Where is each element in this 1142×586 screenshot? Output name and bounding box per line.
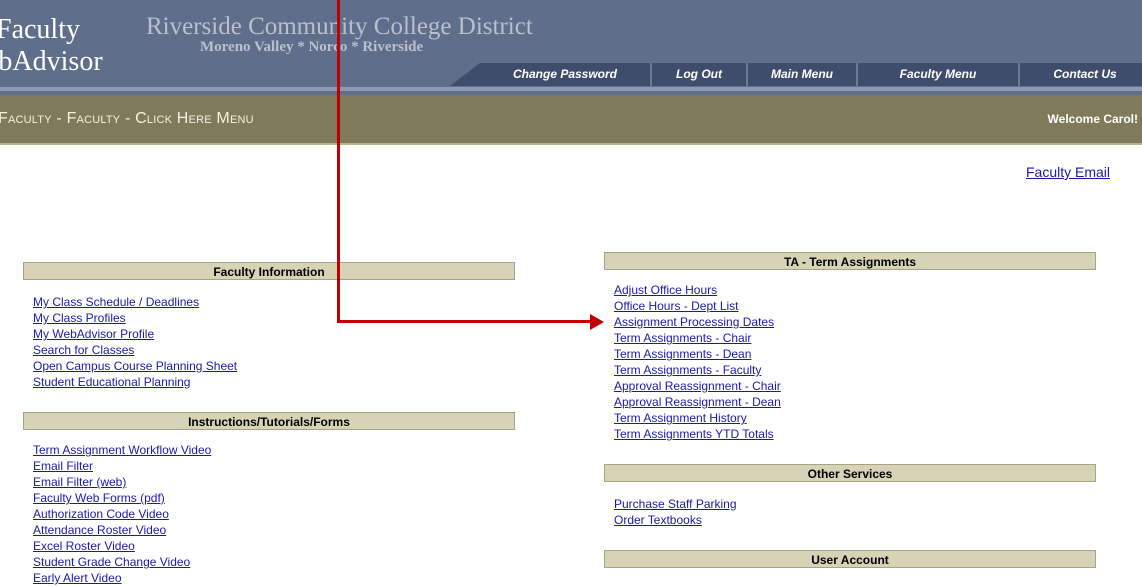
nav-change-password[interactable]: Change Password xyxy=(490,63,640,86)
user-account-heading: User Account xyxy=(604,550,1096,568)
link-email-filter[interactable]: Email Filter xyxy=(33,458,211,474)
faculty-information-links: My Class Schedule / Deadlines My Class P… xyxy=(33,294,237,390)
page-title: Faculty - Faculty - Click Here Menu xyxy=(0,110,254,127)
other-services-heading: Other Services xyxy=(604,464,1096,482)
link-term-assignment-workflow-video[interactable]: Term Assignment Workflow Video xyxy=(33,442,211,458)
nav-faculty-menu[interactable]: Faculty Menu xyxy=(858,63,1018,86)
link-order-textbooks[interactable]: Order Textbooks xyxy=(614,512,737,528)
term-assignments-heading: TA - Term Assignments xyxy=(604,252,1096,270)
nav-contact-us[interactable]: Contact Us xyxy=(1020,63,1142,86)
link-attendance-roster-video[interactable]: Attendance Roster Video xyxy=(33,522,211,538)
faculty-email-link[interactable]: Faculty Email xyxy=(1026,164,1110,180)
link-faculty-web-forms[interactable]: Faculty Web Forms (pdf) xyxy=(33,490,211,506)
link-assignment-processing-dates[interactable]: Assignment Processing Dates xyxy=(614,314,781,330)
link-email-filter-web[interactable]: Email Filter (web) xyxy=(33,474,211,490)
link-term-assignment-history[interactable]: Term Assignment History xyxy=(614,410,781,426)
link-term-assignments-chair[interactable]: Term Assignments - Chair xyxy=(614,330,781,346)
link-adjust-office-hours[interactable]: Adjust Office Hours xyxy=(614,282,781,298)
logo-text-line2: ebAdvisor xyxy=(0,46,103,77)
annotation-arrow-horizontal xyxy=(337,320,590,323)
link-approval-reassignment-chair[interactable]: Approval Reassignment - Chair xyxy=(614,378,781,394)
nav-bar-edge xyxy=(450,63,480,86)
link-authorization-code-video[interactable]: Authorization Code Video xyxy=(33,506,211,522)
site-header: Faculty ebAdvisor Riverside Community Co… xyxy=(0,0,1142,95)
link-early-alert-video[interactable]: Early Alert Video xyxy=(33,570,211,586)
page-title-bar: Faculty - Faculty - Click Here Menu Welc… xyxy=(0,95,1142,145)
link-webadvisor-profile[interactable]: My WebAdvisor Profile xyxy=(33,326,237,342)
campus-list: Moreno Valley * Norco * Riverside xyxy=(200,39,424,55)
instructions-heading: Instructions/Tutorials/Forms xyxy=(23,412,515,430)
title-bar-border xyxy=(0,143,1142,145)
instructions-links: Term Assignment Workflow Video Email Fil… xyxy=(33,442,211,586)
term-assignments-links: Adjust Office Hours Office Hours - Dept … xyxy=(614,282,781,442)
link-educational-planning[interactable]: Student Educational Planning xyxy=(33,374,237,390)
link-class-schedule[interactable]: My Class Schedule / Deadlines xyxy=(33,294,237,310)
link-term-assignments-ytd-totals[interactable]: Term Assignments YTD Totals xyxy=(614,426,781,442)
link-approval-reassignment-dean[interactable]: Approval Reassignment - Dean xyxy=(614,394,781,410)
link-class-profiles[interactable]: My Class Profiles xyxy=(33,310,237,326)
faculty-information-heading: Faculty Information xyxy=(23,262,515,280)
link-term-assignments-faculty[interactable]: Term Assignments - Faculty xyxy=(614,362,781,378)
welcome-message: Welcome Carol! xyxy=(1047,112,1138,126)
link-course-planning-sheet[interactable]: Open Campus Course Planning Sheet xyxy=(33,358,237,374)
annotation-arrow-head-icon xyxy=(590,314,604,330)
logo-text-line1: Faculty xyxy=(0,14,80,45)
link-excel-roster-video[interactable]: Excel Roster Video xyxy=(33,538,211,554)
link-term-assignments-dean[interactable]: Term Assignments - Dean xyxy=(614,346,781,362)
nav-main-menu[interactable]: Main Menu xyxy=(748,63,856,86)
link-office-hours-dept-list[interactable]: Office Hours - Dept List xyxy=(614,298,781,314)
link-purchase-staff-parking[interactable]: Purchase Staff Parking xyxy=(614,496,737,512)
annotation-arrow-vertical xyxy=(337,0,340,323)
header-underline xyxy=(0,87,1142,91)
link-grade-change-video[interactable]: Student Grade Change Video xyxy=(33,554,211,570)
other-services-links: Purchase Staff Parking Order Textbooks xyxy=(614,496,737,528)
link-search-classes[interactable]: Search for Classes xyxy=(33,342,237,358)
nav-log-out[interactable]: Log Out xyxy=(652,63,746,86)
